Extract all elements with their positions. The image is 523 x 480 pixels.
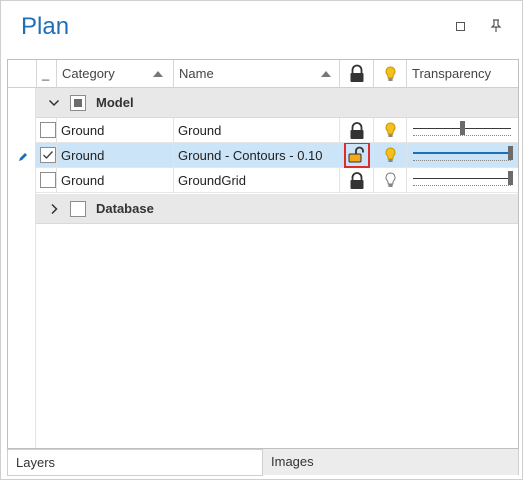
slider-thumb[interactable] (508, 146, 513, 160)
unlock-icon (348, 146, 364, 163)
pin-icon (490, 19, 502, 32)
table-row[interactable]: Ground Ground - Contours - 0.10 (36, 143, 518, 168)
maximize-button[interactable] (452, 19, 468, 35)
group-checkbox-database[interactable] (70, 201, 86, 217)
tab-images[interactable]: Images (263, 449, 519, 475)
pin-button[interactable] (488, 19, 504, 35)
slider-track (413, 178, 511, 179)
column-header-transparency[interactable]: Transparency (406, 60, 518, 88)
row-checkbox[interactable] (40, 122, 56, 138)
row-checkbox[interactable] (40, 147, 56, 163)
transparency-slider[interactable] (411, 143, 517, 168)
transparency-slider[interactable] (411, 168, 517, 193)
checkmark-icon (43, 151, 54, 160)
name-cell: Ground - Contours - 0.10 (173, 143, 339, 168)
lightbulb-icon[interactable] (374, 118, 406, 143)
slider-thumb[interactable] (508, 171, 513, 185)
row-indicator-column (8, 88, 36, 448)
group-checkbox-model[interactable] (70, 95, 86, 111)
panel-title: Plan (21, 13, 70, 40)
chevron-down-icon[interactable] (48, 97, 60, 109)
transparency-cell (406, 168, 518, 193)
lock-cell (339, 118, 373, 143)
lock-cell (339, 168, 373, 193)
table-row[interactable]: Ground Ground (36, 118, 518, 143)
column-header-visible[interactable] (373, 60, 406, 88)
transparency-slider[interactable] (411, 118, 517, 143)
lock-icon (350, 64, 364, 82)
slider-thumb[interactable] (460, 121, 465, 135)
visible-cell (373, 143, 406, 168)
lock-toggle[interactable] (344, 143, 370, 168)
column-header-name[interactable]: Name (173, 60, 339, 88)
column-header-category-label: Category (62, 66, 115, 81)
group-row-database[interactable]: Database (36, 194, 518, 224)
lock-toggle[interactable] (346, 120, 368, 142)
lock-icon (350, 122, 364, 139)
visible-cell (373, 168, 406, 193)
lock-icon (350, 172, 364, 189)
layers-grid: _ Category Name Transparency Model Groun… (7, 59, 519, 449)
lightbulb-off-icon[interactable] (374, 168, 406, 193)
lock-toggle[interactable] (346, 170, 368, 192)
column-header-category[interactable]: Category (56, 60, 173, 88)
row-checkbox[interactable] (40, 172, 56, 188)
lightbulb-icon[interactable] (374, 143, 406, 168)
chevron-right-icon[interactable] (48, 203, 60, 215)
name-cell: Ground (173, 118, 339, 143)
slider-ticks (413, 158, 511, 161)
tab-strip: Layers Images (7, 449, 519, 476)
slider-track (413, 152, 511, 154)
table-row[interactable]: Ground GroundGrid (36, 168, 518, 193)
category-cell: Ground (56, 168, 173, 193)
transparency-cell (406, 118, 518, 143)
column-header-lock[interactable] (339, 60, 373, 88)
column-header-indicator[interactable]: _ (36, 60, 56, 88)
plan-panel: Plan _ Category Name Transparency Model … (0, 0, 523, 480)
sort-ascending-icon (321, 71, 331, 77)
visible-cell (373, 118, 406, 143)
slider-ticks (413, 183, 511, 186)
column-header-name-label: Name (179, 66, 214, 81)
category-cell: Ground (56, 143, 173, 168)
group-row-model[interactable]: Model (36, 88, 518, 118)
category-cell: Ground (56, 118, 173, 143)
transparency-cell (406, 143, 518, 168)
sort-ascending-icon (153, 71, 163, 77)
pencil-icon (19, 153, 27, 161)
group-label-model: Model (96, 95, 134, 110)
maximize-icon (455, 22, 465, 31)
tab-layers[interactable]: Layers (7, 450, 263, 476)
group-label-database: Database (96, 201, 154, 216)
lightbulb-icon (385, 66, 396, 81)
lock-cell (339, 143, 373, 168)
name-cell: GroundGrid (173, 168, 339, 193)
grid-header: _ Category Name Transparency (8, 60, 518, 88)
